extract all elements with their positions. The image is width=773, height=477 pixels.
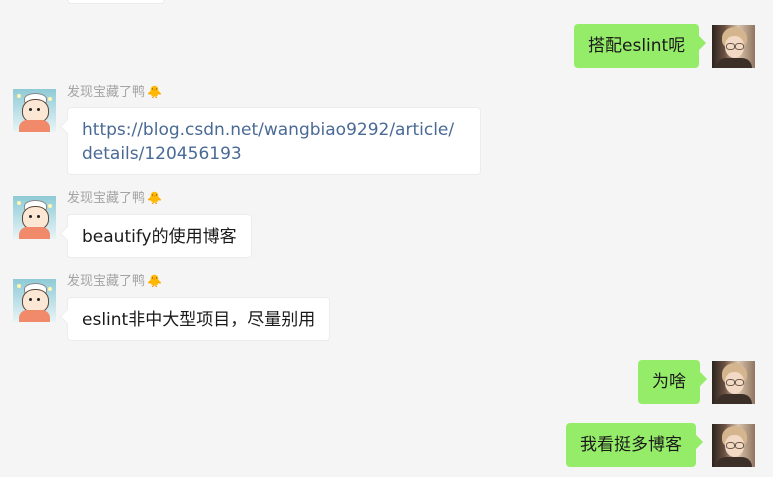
message-link-line-2[interactable]: details/120456193	[82, 142, 466, 166]
sender-name: 发现宝藏了鸭 🐥	[67, 273, 162, 290]
message-text: eslint非中大型项目，尽量别用	[82, 310, 316, 330]
my-avatar[interactable]	[712, 361, 755, 404]
message-text: 为啥	[652, 372, 686, 392]
sender-name: 发现宝藏了鸭 🐥	[67, 84, 162, 101]
sender-name-text: 发现宝藏了鸭	[67, 274, 146, 289]
message-bubble-incoming[interactable]: https://blog.csdn.net/wangbiao9292/artic…	[67, 107, 481, 175]
my-avatar[interactable]	[712, 424, 755, 467]
contact-avatar[interactable]	[13, 196, 56, 239]
duck-icon: 🐥	[147, 85, 162, 99]
contact-avatar[interactable]	[13, 279, 56, 322]
sender-name-text: 发现宝藏了鸭	[67, 85, 146, 100]
message-link-line-1[interactable]: https://blog.csdn.net/wangbiao9292/artic…	[82, 118, 466, 142]
message-bubble-outgoing[interactable]: 我看挺多博客	[566, 423, 696, 467]
message-bubble-incoming[interactable]: beautify的使用博客	[67, 214, 252, 258]
message-text: 我看挺多博客	[580, 435, 682, 455]
contact-avatar[interactable]	[13, 89, 56, 132]
message-bubble-outgoing[interactable]: 搭配eslint呢	[574, 24, 700, 68]
partial-message-bubble[interactable]	[67, 0, 165, 4]
message-text: beautify的使用博客	[82, 227, 237, 247]
sender-name-text: 发现宝藏了鸭	[67, 191, 146, 206]
sender-name: 发现宝藏了鸭 🐥	[67, 190, 162, 207]
message-bubble-outgoing[interactable]: 为啥	[638, 360, 700, 404]
duck-icon: 🐥	[147, 274, 162, 288]
message-bubble-incoming[interactable]: eslint非中大型项目，尽量别用	[67, 297, 331, 341]
message-text: 搭配eslint呢	[588, 36, 686, 56]
my-avatar[interactable]	[712, 25, 755, 68]
duck-icon: 🐥	[147, 191, 162, 205]
